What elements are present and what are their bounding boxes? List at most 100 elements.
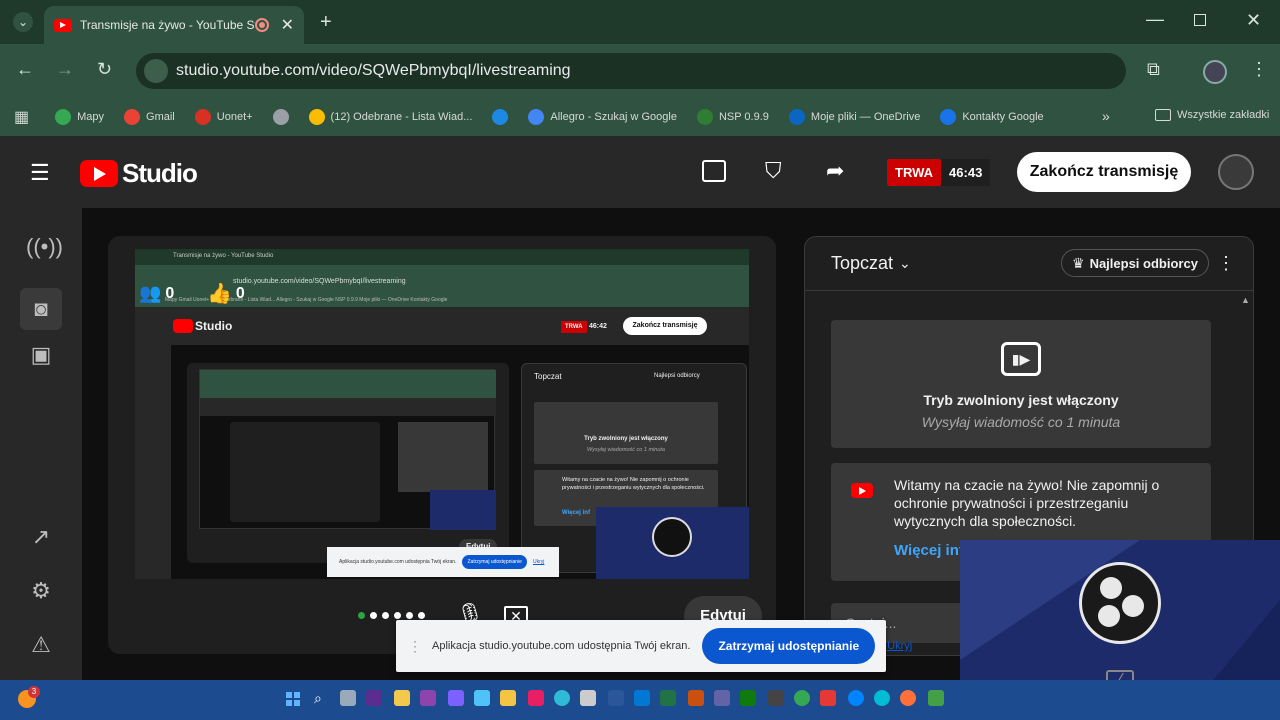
app-icon-9[interactable] — [634, 690, 650, 706]
window-close-icon[interactable]: ✕ — [1246, 11, 1261, 29]
hamburger-menu-icon[interactable]: ☰ — [30, 162, 50, 184]
file-explorer-icon[interactable] — [500, 690, 516, 706]
top-fans-button[interactable]: ♛ Najlepsi odbiorcy — [1061, 249, 1209, 277]
studio-header: ☰ Studio ⛉ ➦ TRWA 46:43 Zakończ transmis… — [0, 136, 1280, 208]
likes-counter: 👍 0 — [207, 281, 245, 306]
browser-tab[interactable]: Transmisje na żywo - YouTube Studio ✕ — [44, 6, 304, 44]
app-icon-5[interactable] — [474, 690, 490, 706]
youtube-small-icon — [851, 483, 873, 498]
app-icon-12[interactable] — [740, 690, 756, 706]
bookmark-favicon-icon — [272, 109, 289, 125]
bookmark-item[interactable]: Gmail — [124, 109, 175, 125]
app-icon-15[interactable] — [874, 690, 890, 706]
drag-handle-icon[interactable]: ⋮ — [408, 638, 422, 655]
extensions-icon[interactable]: ⧉ — [1147, 60, 1160, 78]
profile-avatar[interactable] — [1203, 60, 1227, 84]
channel-avatar[interactable] — [1218, 154, 1254, 190]
bookmark-favicon-icon — [788, 109, 805, 125]
share-icon[interactable]: ➦ — [826, 160, 844, 182]
likes-count: 0 — [235, 284, 245, 302]
inner-share-hide: Ukryj — [532, 559, 545, 565]
browser-menu-icon[interactable]: ⋮ — [1250, 60, 1268, 78]
app-icon-6[interactable] — [528, 690, 544, 706]
app-icon-3[interactable] — [420, 690, 436, 706]
chrome-icon[interactable] — [794, 690, 810, 706]
bookmark-item[interactable]: Moje pliki — OneDrive — [788, 109, 920, 125]
tab-close-icon[interactable]: ✕ — [281, 15, 294, 35]
end-stream-button[interactable]: Zakończ transmisję — [1017, 152, 1191, 192]
minimize-icon[interactable]: — — [1146, 10, 1164, 28]
bookmark-icon[interactable]: ⛉ — [765, 160, 782, 182]
scene-dots[interactable] — [358, 612, 425, 619]
stream-icon[interactable]: ((•)) — [26, 234, 63, 264]
inner-url: studio.youtube.com/video/SQWePbmybqI/liv… — [233, 278, 406, 285]
messenger-icon[interactable] — [848, 690, 864, 706]
all-bookmarks-folder[interactable]: Wszystkie zakładki — [1155, 109, 1269, 121]
app-icon-10[interactable] — [660, 690, 676, 706]
new-tab-icon[interactable]: + — [320, 12, 332, 32]
taskbar-search-icon[interactable]: ⌕ — [314, 690, 322, 707]
scroll-up-icon[interactable]: ▲ — [1241, 295, 1250, 305]
stop-sharing-button[interactable]: Zatrzymaj udostępnianie — [702, 628, 876, 664]
app-icon-2[interactable] — [394, 690, 410, 706]
more-info-link[interactable]: Więcej inf — [894, 542, 964, 559]
address-bar[interactable]: studio.youtube.com/video/SQWePbmybqI/liv… — [136, 53, 1126, 89]
bookmark-item[interactable]: Allegro - Szukaj w Google — [528, 109, 677, 125]
bookmark-item[interactable]: Uonet+ — [194, 109, 253, 125]
restore-icon[interactable] — [1194, 14, 1206, 26]
inner-obs-overlay — [596, 507, 749, 579]
bookmark-item[interactable]: (12) Odebrane - Lista Wiad... — [308, 109, 472, 125]
bookmarks-bar: ▦ Mapy Gmail Uonet+ (12) Odebrane - Lista W… — [0, 98, 1280, 136]
bookmark-item[interactable]: NSP 0.9.9 — [696, 109, 769, 125]
studio-logo[interactable]: Studio — [80, 158, 198, 189]
inner-share-text: Aplikacja studio.youtube.com udostępnia … — [339, 559, 457, 565]
top-fans-label: Najlepsi odbiorcy — [1089, 255, 1198, 271]
start-icon[interactable] — [286, 692, 300, 706]
camera-icon[interactable]: ◙ — [20, 288, 62, 330]
app-icon-1[interactable] — [366, 690, 382, 706]
tab-title: Transmisje na żywo - YouTube Studio — [80, 18, 255, 32]
app-icon-4[interactable] — [448, 690, 464, 706]
reload-icon[interactable]: ↻ — [97, 60, 112, 78]
external-link-icon[interactable]: ↗ — [26, 524, 56, 554]
chat-menu-icon[interactable]: ⋮ — [1217, 253, 1235, 274]
hide-share-bar-link[interactable]: Ukryj — [887, 640, 912, 652]
inner-top-fans: Najlepsi odbiorcy — [654, 373, 700, 379]
inner-timer: 46:42 — [589, 323, 607, 330]
bookmark-item[interactable]: Kontakty Google — [940, 109, 1044, 125]
taskview-icon[interactable] — [340, 690, 356, 706]
app-icon-16[interactable] — [928, 690, 944, 706]
inner-share-bar: Aplikacja studio.youtube.com udostępnia … — [327, 547, 559, 577]
firefox-icon[interactable] — [900, 690, 916, 706]
teams-icon[interactable] — [714, 690, 730, 706]
inner-welcome: Witamy na czacie na żywo! Nie zapomnij o… — [562, 477, 705, 491]
bookmark-item[interactable] — [272, 109, 289, 125]
calendar-icon[interactable]: ▣ — [26, 342, 56, 372]
feedback-icon[interactable]: ⚠ — [26, 632, 56, 662]
app-icon-11[interactable] — [688, 690, 704, 706]
edge-icon[interactable] — [554, 690, 570, 706]
viewers-counter: 👥 0 — [139, 283, 174, 304]
site-info-icon[interactable] — [144, 59, 168, 83]
apps-icon[interactable]: ▦ — [14, 107, 29, 127]
clapper-icon[interactable] — [702, 160, 726, 182]
bookmark-favicon-icon — [194, 109, 211, 125]
share-bar-text: Aplikacja studio.youtube.com udostępnia … — [432, 640, 691, 652]
bookmark-item[interactable]: Mapy — [55, 109, 104, 125]
tab-search-icon[interactable]: ⌄ — [13, 12, 33, 32]
viewers-count: 0 — [165, 284, 175, 302]
app-icon-7[interactable] — [580, 690, 596, 706]
notification-badge: 3 — [28, 686, 40, 698]
bookmark-favicon-icon — [940, 109, 957, 125]
bookmark-item[interactable] — [492, 109, 509, 125]
settings-icon[interactable]: ⚙ — [26, 578, 56, 608]
back-icon[interactable]: ← — [16, 60, 34, 78]
stream-preview[interactable]: Transmisje na żywo - YouTube Studio stud… — [108, 236, 776, 654]
app-icon-14[interactable] — [820, 690, 836, 706]
slow-mode-title: Tryb zwolniony jest włączony — [923, 392, 1119, 408]
app-icon-13[interactable] — [768, 690, 784, 706]
chat-mode-selector[interactable]: Topczat ⌄ — [831, 253, 911, 274]
app-icon-8[interactable] — [608, 690, 624, 706]
forward-icon[interactable]: → — [56, 60, 74, 78]
more-bookmarks-icon[interactable]: » — [1102, 108, 1110, 124]
